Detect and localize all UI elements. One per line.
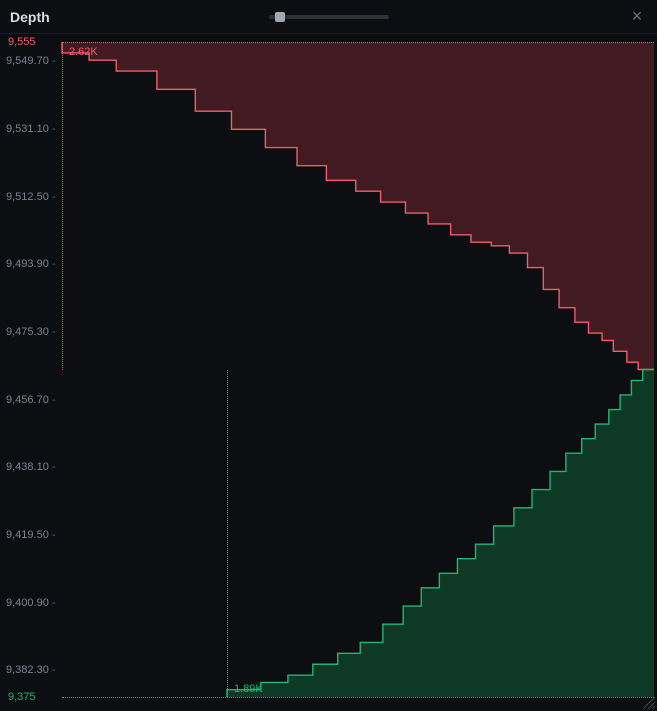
bid-edge-line: [62, 697, 654, 698]
y-tick-label: 9,493.90 -: [6, 258, 56, 270]
resize-handle-icon[interactable]: [643, 697, 655, 709]
slider-thumb[interactable]: [275, 12, 285, 22]
y-tick-label: 9,549.70 -: [6, 55, 56, 67]
ask-edge-price: 9,555: [6, 36, 38, 48]
y-tick-label: 9,475.30 -: [6, 326, 56, 338]
y-tick-label: 9,512.50 -: [6, 191, 56, 203]
panel-header: Depth ×: [0, 0, 657, 34]
ask-cursor-line: [62, 42, 63, 370]
depth-panel: Depth × 9,549.70 -9,531.10 -9,512.50 -9,…: [0, 0, 657, 711]
y-tick-label: 9,456.70 -: [6, 394, 56, 406]
close-icon[interactable]: ×: [627, 6, 647, 27]
depth-svg: [0, 34, 657, 711]
y-tick-label: 9,400.90 -: [6, 597, 56, 609]
depth-zoom-slider[interactable]: [269, 12, 389, 22]
y-tick-label: 9,419.50 -: [6, 529, 56, 541]
y-tick-label: 9,382.30 -: [6, 664, 56, 676]
y-tick-label: 9,531.10 -: [6, 123, 56, 135]
ask-edge-line: [62, 42, 654, 43]
bid-cursor-line: [227, 370, 228, 698]
bid-edge-price: 9,375: [6, 691, 38, 703]
panel-title: Depth: [10, 9, 50, 25]
bid-cursor-qty: 1.89K: [231, 683, 266, 695]
slider-track: [269, 15, 389, 19]
depth-chart[interactable]: 9,549.70 - 9,531.10 - 9,512.50 - 9,493.90 -…: [0, 34, 657, 711]
y-tick-label: 9,438.10 -: [6, 461, 56, 473]
ask-cursor-qty: 2.62K: [66, 46, 101, 58]
